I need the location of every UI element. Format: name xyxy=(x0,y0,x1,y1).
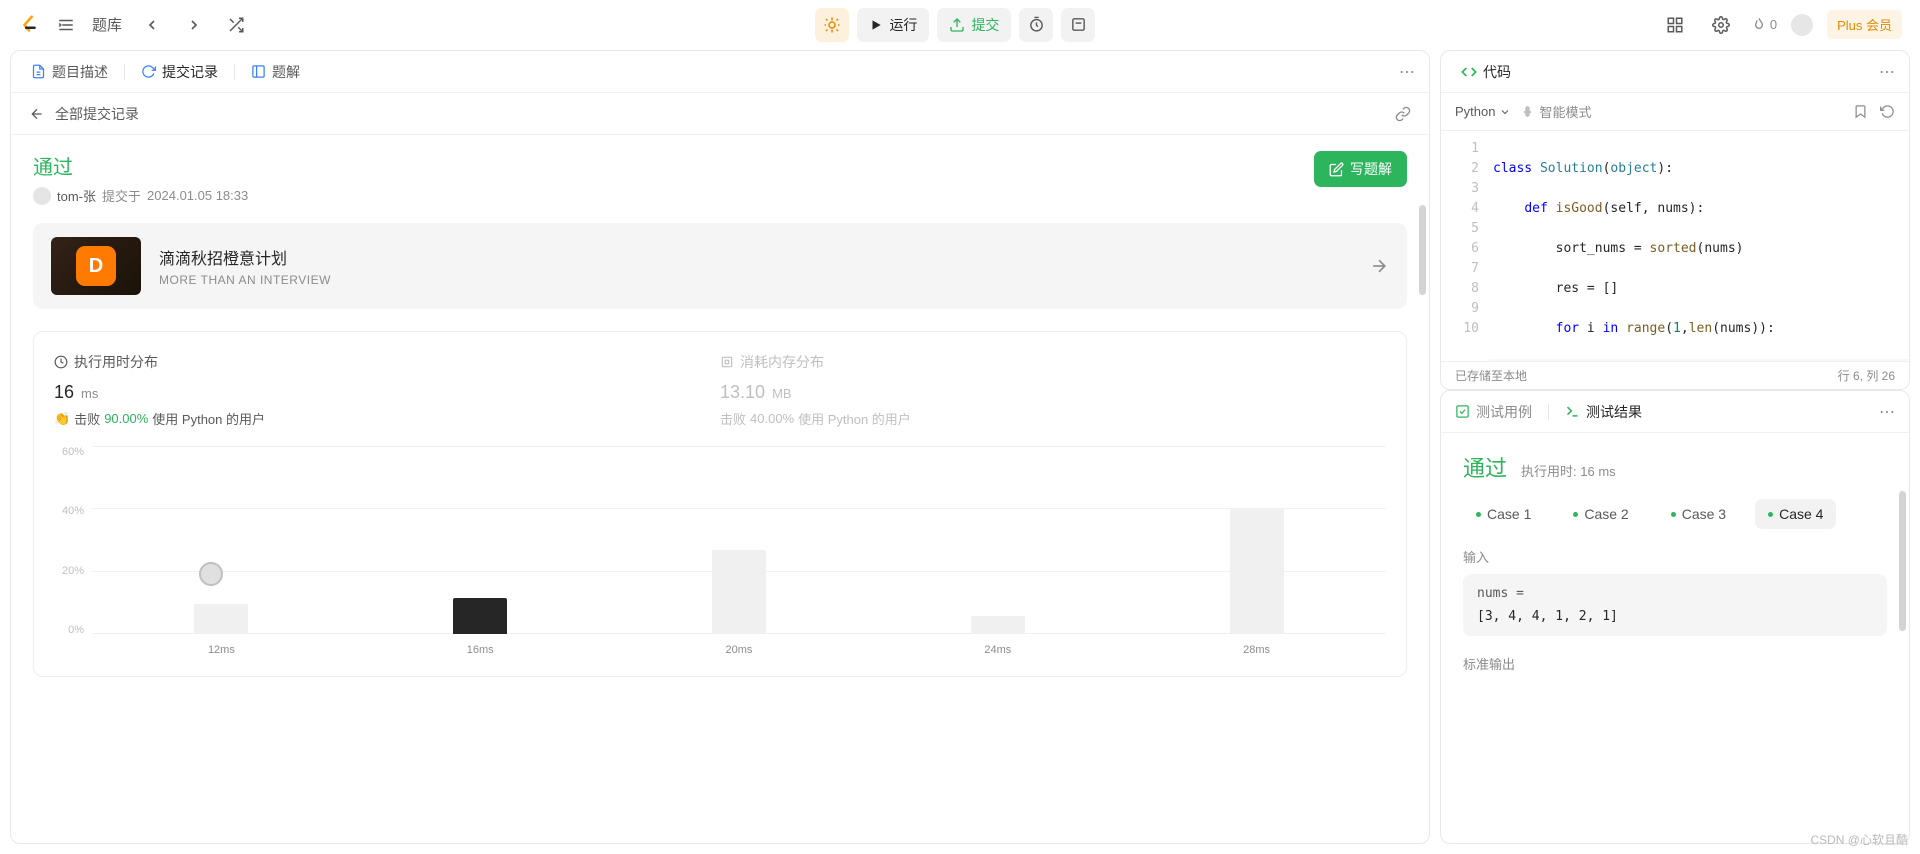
submitter-avatar xyxy=(33,187,51,205)
language-selector[interactable]: Python xyxy=(1455,104,1511,119)
streak-value: 0 xyxy=(1770,17,1777,32)
run-label: 运行 xyxy=(889,15,917,35)
input-box: nums = [3, 4, 4, 1, 2, 1] xyxy=(1463,574,1887,636)
write-solution-button[interactable]: 写题解 xyxy=(1314,151,1407,187)
save-status: 已存储至本地 xyxy=(1455,367,1527,384)
layout-icon[interactable] xyxy=(1659,9,1691,41)
chart-bar[interactable] xyxy=(971,616,1025,634)
promo-subtitle: MORE THAN AN INTERVIEW xyxy=(159,273,331,287)
promo-image: D xyxy=(51,237,141,295)
back-icon[interactable] xyxy=(29,106,45,122)
scrollbar-thumb[interactable] xyxy=(1899,491,1906,631)
tab-code[interactable]: 代码 xyxy=(1455,58,1517,86)
shuffle-icon[interactable] xyxy=(220,9,252,41)
cursor-position: 行 6, 列 26 xyxy=(1838,367,1895,384)
chart-bar[interactable] xyxy=(453,598,507,634)
submitted-at: 2024.01.05 18:33 xyxy=(147,188,248,203)
debug-button[interactable] xyxy=(815,8,849,42)
reset-icon[interactable] xyxy=(1880,104,1895,119)
case-tab[interactable]: Case 1 xyxy=(1463,499,1544,529)
submit-label: 提交 xyxy=(971,15,999,35)
chart-bar[interactable] xyxy=(1230,509,1284,634)
runtime-value: 16 ms xyxy=(54,382,720,403)
memory-beat: 击败 40.00% 使用 Python 的用户 xyxy=(720,409,1386,428)
arrow-right-icon xyxy=(1369,256,1389,276)
next-problem-icon[interactable] xyxy=(178,9,210,41)
clap-icon: 👏 xyxy=(54,411,70,427)
promo-title: 滴滴秋招橙意计划 xyxy=(159,245,331,269)
result-runtime: 执行用时: 16 ms xyxy=(1521,461,1616,480)
submitter-name[interactable]: tom-张 xyxy=(57,186,96,205)
chart-bar[interactable] xyxy=(712,550,766,634)
tc-pane-more-icon[interactable]: ⋯ xyxy=(1879,402,1895,422)
problems-link[interactable]: 题库 xyxy=(92,14,122,35)
streak-count[interactable]: 0 xyxy=(1751,17,1777,33)
submit-button[interactable]: 提交 xyxy=(937,8,1011,42)
subheader-title: 全部提交记录 xyxy=(55,104,139,124)
runtime-beat: 👏 击败 90.00% 使用 Python 的用户 xyxy=(54,409,720,428)
tab-description[interactable]: 题目描述 xyxy=(25,58,114,86)
input-label: 输入 xyxy=(1463,547,1887,566)
stdout-label: 标准输出 xyxy=(1463,654,1887,673)
chart-bar[interactable] xyxy=(194,604,248,634)
memory-value: 13.10 MB xyxy=(720,382,1386,403)
user-position-avatar xyxy=(199,562,223,586)
pane-more-icon[interactable]: ⋯ xyxy=(1399,62,1415,82)
timer-icon[interactable] xyxy=(1019,8,1053,42)
bookmark-icon[interactable] xyxy=(1853,104,1868,119)
watermark: CSDN @心软且酷 xyxy=(1810,831,1908,848)
code-pane-more-icon[interactable]: ⋯ xyxy=(1879,62,1895,82)
tab-testresult[interactable]: 测试结果 xyxy=(1565,402,1642,422)
user-avatar[interactable] xyxy=(1791,14,1813,36)
notes-icon[interactable] xyxy=(1061,8,1095,42)
memory-label: 消耗内存分布 xyxy=(720,352,1386,372)
tab-submissions[interactable]: 提交记录 xyxy=(135,58,224,86)
run-button[interactable]: 运行 xyxy=(857,8,929,42)
tab-solutions[interactable]: 题解 xyxy=(245,58,306,86)
submission-status: 通过 xyxy=(33,151,248,180)
plus-member-badge[interactable]: Plus 会员 xyxy=(1827,10,1902,39)
case-tab[interactable]: Case 4 xyxy=(1755,499,1836,529)
case-tab[interactable]: Case 2 xyxy=(1560,499,1641,529)
leetcode-logo-icon[interactable] xyxy=(18,14,40,36)
ai-mode-toggle[interactable]: 智能模式 xyxy=(1521,102,1591,121)
promo-card[interactable]: D 滴滴秋招橙意计划 MORE THAN AN INTERVIEW xyxy=(33,223,1407,309)
tab-testcase[interactable]: 测试用例 xyxy=(1455,402,1532,422)
sidebar-toggle-icon[interactable] xyxy=(50,9,82,41)
prev-problem-icon[interactable] xyxy=(136,9,168,41)
scrollbar-thumb[interactable] xyxy=(1419,205,1426,295)
link-icon[interactable] xyxy=(1395,106,1411,122)
result-status: 通过 xyxy=(1463,451,1507,483)
runtime-distribution-chart: 60%40%20%0% 12ms16ms20ms24ms28ms xyxy=(54,446,1386,656)
code-editor[interactable]: 12345678910 class Solution(object): def … xyxy=(1441,131,1909,361)
runtime-label: 执行用时分布 xyxy=(54,352,720,372)
settings-icon[interactable] xyxy=(1705,9,1737,41)
case-tab[interactable]: Case 3 xyxy=(1658,499,1739,529)
submitted-prefix: 提交于 xyxy=(102,186,141,205)
